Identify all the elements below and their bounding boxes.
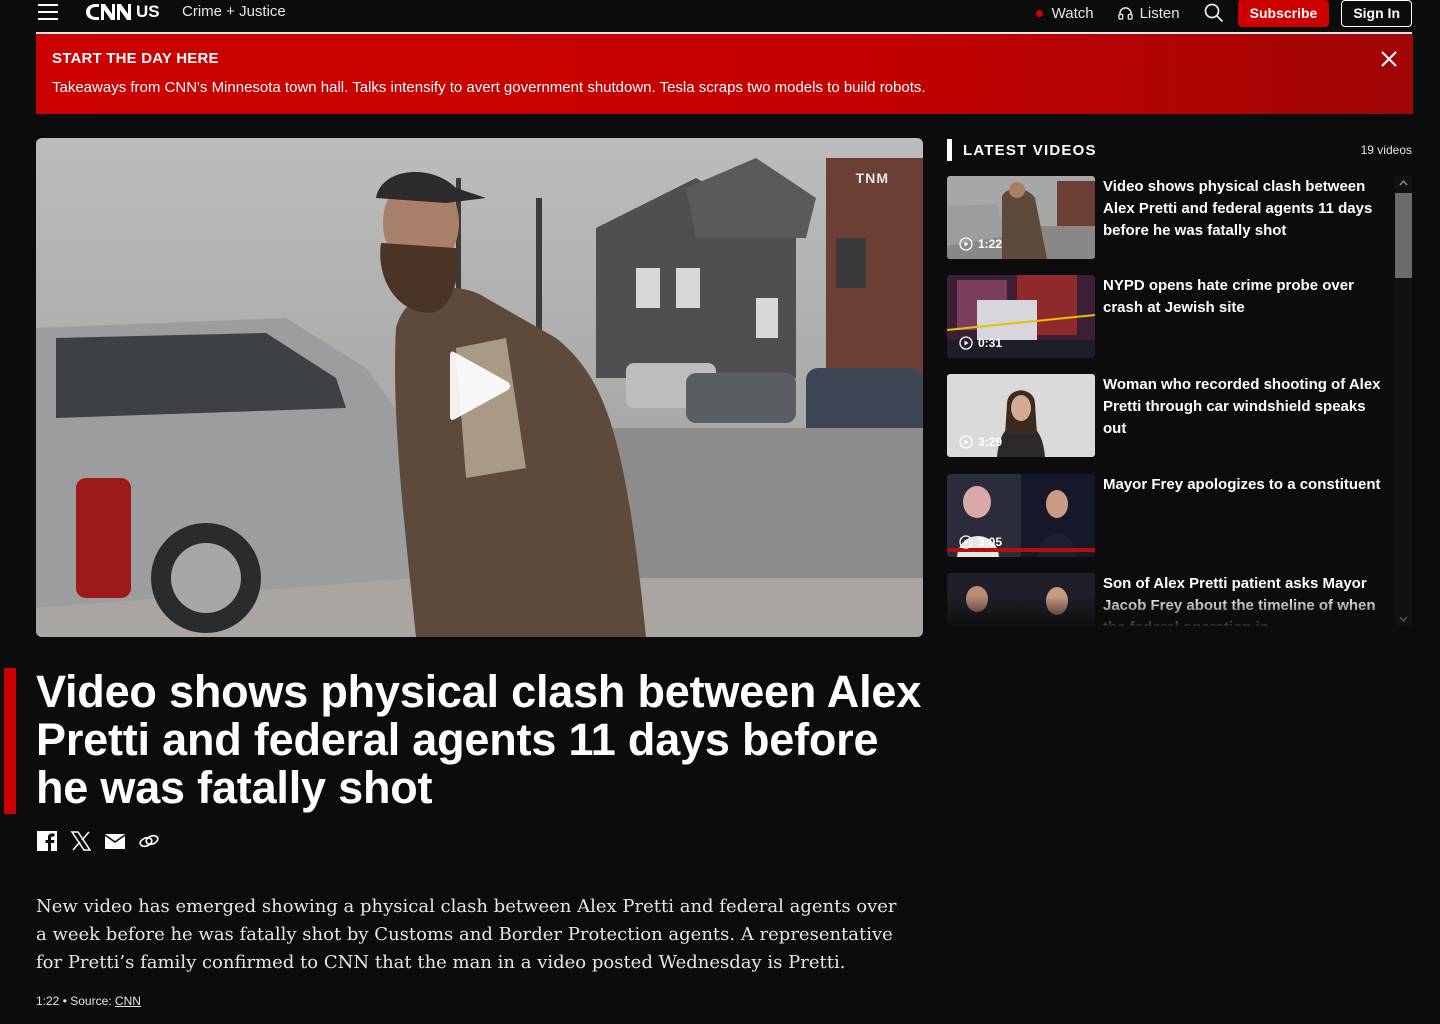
headline-accent-bar	[4, 668, 16, 814]
duration-label: 1:22	[978, 237, 1003, 251]
edition-label[interactable]: US	[136, 2, 160, 22]
video-list-item[interactable]: 3:05 Mayor Frey apologizes to a constitu…	[947, 474, 1387, 558]
video-description: New video has emerged showing a physical…	[36, 896, 897, 973]
watch-link[interactable]: Watch	[1035, 4, 1094, 22]
video-list-item[interactable]: 1:22 Video shows physical clash between …	[947, 176, 1387, 260]
cnn-logo[interactable]: US	[84, 0, 160, 24]
video-thumbnail[interactable]: 0:31	[947, 275, 1095, 358]
email-icon[interactable]	[104, 830, 126, 852]
video-thumbnail[interactable]: 1:22	[947, 176, 1095, 259]
headphones-icon	[1117, 7, 1133, 20]
facebook-icon[interactable]	[36, 830, 58, 852]
play-circle-icon	[959, 435, 973, 449]
cnn-logo-mark	[86, 4, 131, 20]
latest-videos-header: LATEST VIDEOS 19 videos	[947, 139, 1412, 161]
banner-text[interactable]: Takeaways from CNN's Minnesota town hall…	[52, 79, 926, 96]
sidebar-header-bar	[947, 139, 952, 161]
x-icon[interactable]	[70, 830, 92, 852]
listen-label: Listen	[1139, 4, 1180, 22]
duration-label: 3:29	[978, 435, 1003, 449]
video-title[interactable]: Woman who recorded shooting of Alex Pret…	[1103, 374, 1387, 440]
latest-videos-list[interactable]: 1:22 Video shows physical clash between …	[947, 176, 1387, 626]
video-duration-badge: 0:31	[959, 336, 1002, 350]
video-thumbnail[interactable]: 3:05	[947, 474, 1095, 557]
chevron-up-icon[interactable]	[1398, 178, 1409, 188]
sidebar-title: LATEST VIDEOS	[963, 142, 1097, 159]
video-title[interactable]: Video shows physical clash between Alex …	[1103, 176, 1387, 242]
page-title: Video shows physical clash between Alex …	[36, 666, 922, 813]
video-meta: 1:22 • Source: CNN	[36, 994, 141, 1008]
play-circle-icon	[959, 535, 973, 549]
video-duration: 1:22	[36, 994, 60, 1008]
close-icon[interactable]	[1379, 49, 1399, 69]
play-circle-icon	[959, 336, 973, 350]
video-duration-badge: 1:22	[959, 237, 1002, 251]
play-icon[interactable]	[448, 348, 512, 424]
video-title[interactable]: NYPD opens hate crime probe over crash a…	[1103, 275, 1387, 319]
video-duration-badge: 3:29	[959, 435, 1002, 449]
video-count: 19 videos	[1360, 143, 1412, 157]
video-watermark: TNM	[855, 170, 889, 186]
source-prefix: • Source:	[59, 994, 115, 1008]
menu-icon[interactable]	[38, 4, 58, 20]
banner-title: START THE DAY HERE	[52, 50, 219, 67]
scrollbar-thumb[interactable]	[1395, 193, 1412, 278]
video-title[interactable]: Mayor Frey apologizes to a constituent	[1103, 474, 1387, 496]
watch-label: Watch	[1051, 4, 1094, 22]
video-list-item[interactable]: 3:29 Woman who recorded shooting of Alex…	[947, 374, 1387, 458]
share-bar	[36, 830, 172, 852]
chevron-down-icon[interactable]	[1398, 614, 1409, 624]
link-icon[interactable]	[138, 830, 160, 852]
live-dot	[1035, 9, 1043, 17]
video-thumbnail[interactable]: 3:29	[947, 374, 1095, 457]
duration-label: 0:31	[978, 336, 1003, 350]
sign-in-button[interactable]: Sign In	[1341, 0, 1412, 27]
source-link[interactable]: CNN	[115, 994, 141, 1008]
play-circle-icon	[959, 237, 973, 251]
video-duration-badge: 3:05	[959, 535, 1002, 549]
duration-label: 3:05	[978, 535, 1003, 549]
listen-link[interactable]: Listen	[1117, 4, 1180, 22]
subscribe-button[interactable]: Subscribe	[1237, 0, 1330, 27]
list-fade-overlay	[947, 596, 1387, 628]
video-list-item[interactable]: 0:31 NYPD opens hate crime probe over cr…	[947, 275, 1387, 359]
start-the-day-banner[interactable]: START THE DAY HERE Takeaways from CNN's …	[36, 34, 1413, 114]
video-player[interactable]: TNM	[36, 138, 923, 637]
top-nav: US Crime + Justice Watch Listen Subscrib…	[0, 0, 1440, 32]
section-title[interactable]: Crime + Justice	[182, 3, 286, 20]
search-icon[interactable]	[1204, 3, 1224, 23]
